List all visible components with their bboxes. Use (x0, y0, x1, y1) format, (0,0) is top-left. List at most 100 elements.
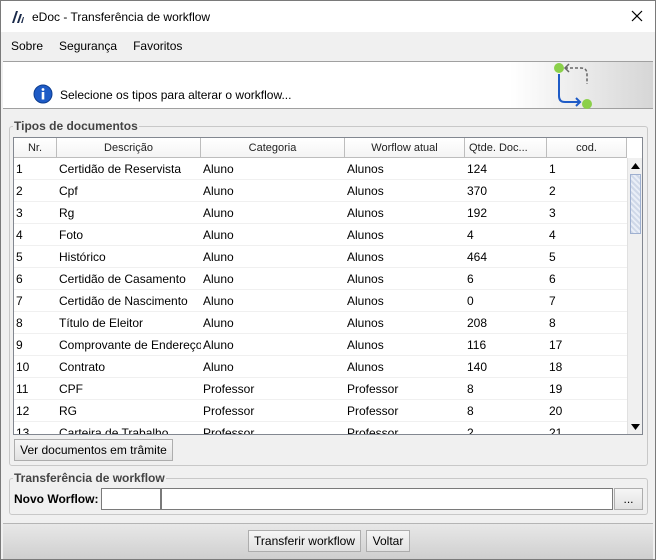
transfer-workflow-button[interactable]: Transferir workflow (248, 530, 361, 552)
table-cell: 8 (549, 316, 556, 330)
workflow-code-input[interactable] (101, 488, 161, 510)
table-cell: 3 (16, 206, 23, 220)
window-title: eDoc - Transferência de workflow (32, 9, 211, 24)
table-cell: Alunos (347, 206, 384, 220)
dialog-window: eDoc - Transferência de workflow Sobre S… (0, 0, 656, 560)
table-cell: 4 (16, 228, 23, 242)
table-row[interactable]: 6 Certidão de Casamento Aluno Alunos 6 6 (14, 268, 627, 290)
table-cell: Alunos (347, 338, 384, 352)
banner-text: Selecione os tipos para alterar o workfl… (60, 88, 292, 102)
scrollbar-thumb[interactable] (630, 174, 641, 234)
new-workflow-label: Novo Worflow: (14, 492, 99, 506)
column-header-nr[interactable]: Nr. (14, 138, 57, 158)
table-row[interactable]: 13 Carteira de Trabalho Professor Professor… (14, 422, 627, 435)
table-cell: 6 (467, 272, 474, 286)
table-cell: Foto (59, 228, 84, 242)
table-cell: 11 (16, 382, 29, 396)
table-row[interactable]: 12 RG Professor Professor 8 20 (14, 400, 627, 422)
workflow-name-input[interactable] (161, 488, 613, 510)
table-cell: 18 (549, 360, 563, 374)
table-cell: Alunos (347, 316, 384, 330)
table-cell: 7 (549, 294, 556, 308)
table-cell: Histórico (59, 250, 106, 264)
menu-sobre[interactable]: Sobre (11, 39, 43, 53)
scroll-down-arrow-icon[interactable] (628, 419, 642, 434)
table-cell: Professor (203, 382, 255, 396)
documents-group-legend: Tipos de documentos (13, 119, 139, 133)
close-icon (631, 10, 643, 22)
table-row[interactable]: 11 CPF Professor Professor 8 19 (14, 378, 627, 400)
table-row[interactable]: 5 Histórico Aluno Alunos 464 5 (14, 246, 627, 268)
table-cell: 8 (16, 316, 23, 330)
table-cell: Rg (59, 206, 75, 220)
table-row[interactable]: 8 Título de Eleitor Aluno Alunos 208 8 (14, 312, 627, 334)
column-header-descricao[interactable]: Descrição (57, 138, 201, 158)
table-cell: 6 (16, 272, 23, 286)
browse-workflow-button[interactable]: ... (614, 488, 643, 510)
table-cell: Professor (347, 404, 399, 418)
table-body: 1 Certidão de Reservista Aluno Alunos 124 1 2 C… (14, 158, 627, 435)
table-cell: Aluno (203, 316, 234, 330)
table-cell: 20 (549, 404, 563, 418)
menu-bar: Sobre Segurança Favoritos (1, 32, 655, 60)
column-header-workflow[interactable]: Worflow atual (345, 138, 465, 158)
table-row[interactable]: 9 Comprovante de Endereço Aluno Alunos 116 17 (14, 334, 627, 356)
table-cell: 13 (16, 426, 30, 435)
table-cell: CPF (59, 382, 83, 396)
documents-table[interactable]: Nr. Descrição Categoria Worflow atual Qt… (13, 137, 643, 435)
table-cell: 9 (16, 338, 23, 352)
table-cell: Alunos (347, 184, 384, 198)
table-row[interactable]: 3 Rg Aluno Alunos 192 3 (14, 202, 627, 224)
table-row[interactable]: 2 Cpf Aluno Alunos 370 2 (14, 180, 627, 202)
edoc-logo-icon (12, 10, 24, 23)
table-cell: 2 (467, 426, 474, 435)
view-in-progress-button[interactable]: Ver documentos em trâmite (14, 439, 173, 461)
table-cell: RG (59, 404, 77, 418)
table-cell: 12 (16, 404, 30, 418)
table-cell: Aluno (203, 228, 234, 242)
back-button[interactable]: Voltar (366, 530, 410, 552)
table-cell: 4 (467, 228, 474, 242)
table-cell: Professor (203, 426, 255, 435)
table-cell: Título de Eleitor (59, 316, 144, 330)
column-header-cod[interactable]: cod. (547, 138, 627, 158)
table-row[interactable]: 10 Contrato Aluno Alunos 140 18 (14, 356, 627, 378)
menu-favoritos[interactable]: Favoritos (133, 39, 182, 53)
table-cell: Alunos (347, 360, 384, 374)
table-cell: Alunos (347, 250, 384, 264)
column-header-qtde[interactable]: Qtde. Doc... (465, 138, 547, 158)
table-cell: Aluno (203, 338, 234, 352)
table-cell: Certidão de Reservista (59, 162, 182, 176)
table-cell: Contrato (59, 360, 106, 374)
menu-seguranca[interactable]: Segurança (59, 39, 117, 53)
vertical-scrollbar[interactable] (627, 158, 642, 434)
table-cell: 8 (467, 404, 474, 418)
table-cell: 2 (16, 184, 23, 198)
close-button[interactable] (623, 3, 651, 29)
table-cell: Alunos (347, 294, 384, 308)
table-cell: 5 (16, 250, 23, 264)
table-cell: 1 (549, 162, 556, 176)
table-cell: 464 (467, 250, 488, 264)
table-cell: Certidão de Casamento (59, 272, 186, 286)
table-cell: Comprovante de Endereço (59, 338, 201, 352)
table-cell: Professor (203, 404, 255, 418)
column-header-categoria[interactable]: Categoria (201, 138, 345, 158)
table-cell: 1 (16, 162, 23, 176)
table-cell: 140 (467, 360, 488, 374)
table-row[interactable]: 4 Foto Aluno Alunos 4 4 (14, 224, 627, 246)
table-cell: 8 (467, 382, 474, 396)
table-cell: Professor (347, 426, 399, 435)
table-cell: 192 (467, 206, 488, 220)
table-cell: 17 (549, 338, 563, 352)
table-cell: 0 (467, 294, 474, 308)
table-cell: 4 (549, 228, 556, 242)
table-cell: 7 (16, 294, 23, 308)
table-header: Nr. Descrição Categoria Worflow atual Qt… (14, 138, 627, 158)
table-cell: Certidão de Nascimento (59, 294, 188, 308)
table-row[interactable]: 7 Certidão de Nascimento Aluno Alunos 0 7 (14, 290, 627, 312)
table-cell: Aluno (203, 294, 234, 308)
table-row[interactable]: 1 Certidão de Reservista Aluno Alunos 124 1 (14, 158, 627, 180)
scroll-up-arrow-icon[interactable] (628, 158, 642, 173)
transfer-group-legend: Transferência de workflow (13, 471, 166, 485)
